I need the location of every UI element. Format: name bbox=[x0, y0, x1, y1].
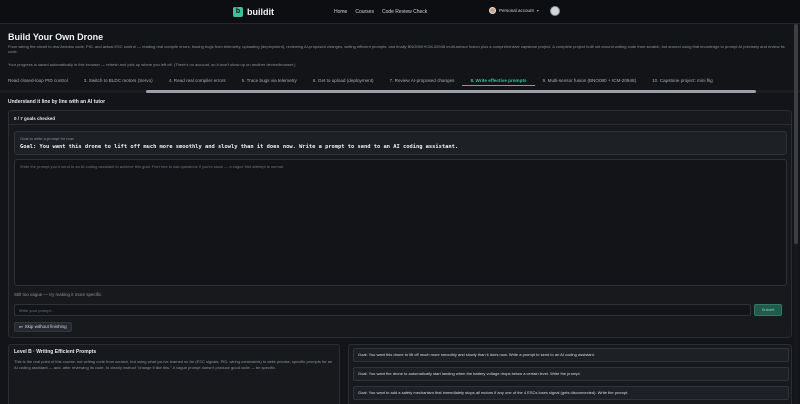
tutor-section-title: Understand it line by line with an AI tu… bbox=[8, 99, 106, 105]
divider bbox=[9, 124, 791, 125]
account-avatar bbox=[489, 7, 496, 14]
goals-checked-count: 0 / 7 goals checked bbox=[14, 116, 56, 121]
goal-list-item[interactable]: Goal: You want to add a safety mechanism… bbox=[353, 386, 789, 400]
top-nav: b buildit Home Courses Code Review Check… bbox=[0, 0, 800, 24]
account-switcher[interactable]: Personal account ▾ bbox=[489, 7, 539, 14]
tab-sensor-fusion[interactable]: 9. Multi-sensor fusion (BNO080 + ICM-209… bbox=[535, 76, 645, 86]
tab-compiler-errors[interactable]: 4. Read real compiler errors bbox=[161, 76, 234, 86]
user-avatar[interactable] bbox=[550, 6, 560, 16]
level-title: Level B · Writing Efficient Prompts bbox=[14, 349, 97, 355]
skip-button-label: Skip without finishing bbox=[24, 324, 67, 329]
goal-list: Goal: You want this drone to lift off mu… bbox=[348, 344, 792, 404]
tab-bldc-motors[interactable]: 3. Switch to BLDC motors (Servo) bbox=[76, 76, 161, 86]
goal-caption: Goal to write a prompt for now bbox=[20, 136, 74, 141]
submit-button[interactable]: Submit bbox=[754, 304, 782, 316]
tab-upload[interactable]: 6. Get to upload (deployment) bbox=[305, 76, 382, 86]
tab-scrollbar[interactable] bbox=[0, 90, 800, 93]
feedback-text: Still too vague — try making it more spe… bbox=[14, 292, 103, 297]
nav-link-code-review-check[interactable]: Code Review Check bbox=[382, 9, 427, 15]
nav-links: Home Courses Code Review Check bbox=[334, 9, 427, 15]
tab-write-prompts[interactable]: 8. Write effective prompts bbox=[462, 76, 535, 86]
skip-icon: ⏭ bbox=[19, 324, 23, 329]
nav-link-courses[interactable]: Courses bbox=[355, 9, 374, 15]
tab-review-ai-changes[interactable]: 7. Review AI-proposed changes bbox=[382, 76, 463, 86]
caret-down-icon: ▾ bbox=[536, 8, 539, 13]
goal-list-item[interactable]: Goal: You want the drone to automaticall… bbox=[353, 367, 789, 381]
page-title: Build Your Own Drone bbox=[8, 32, 104, 42]
tab-scrollbar-thumb[interactable] bbox=[146, 90, 756, 93]
nav-link-home[interactable]: Home bbox=[334, 9, 347, 15]
brand-name: buildit bbox=[247, 7, 274, 17]
tutor-panel: 0 / 7 goals checked Goal to write a prom… bbox=[8, 110, 792, 338]
brand-logo-icon: b bbox=[233, 7, 243, 17]
tab-telemetry[interactable]: 5. Trace bugs via telemetry bbox=[234, 76, 305, 86]
prompt-textarea[interactable] bbox=[14, 159, 787, 286]
goal-text: Goal: You want this drone to lift off mu… bbox=[20, 144, 459, 150]
account-label: Personal account bbox=[499, 8, 534, 13]
brand[interactable]: b buildit bbox=[233, 6, 274, 18]
progress-note: Your progress is saved automatically in … bbox=[8, 62, 296, 67]
tab-capstone[interactable]: 10. Capstone project: mini flig bbox=[644, 76, 721, 86]
page-scrollbar[interactable] bbox=[794, 24, 798, 404]
page-scrollbar-thumb[interactable] bbox=[794, 24, 798, 244]
tab-pid-control[interactable]: Read closed-loop PID control bbox=[0, 76, 76, 86]
goal-list-item[interactable]: Goal: You want this drone to lift off mu… bbox=[353, 348, 789, 362]
level-description: This is the real point of this course: n… bbox=[14, 359, 333, 370]
current-goal-box: Goal to write a prompt for now Goal: You… bbox=[14, 131, 787, 155]
lesson-tabs: Read closed-loop PID control 3. Switch t… bbox=[0, 76, 800, 90]
level-card: Level B · Writing Efficient Prompts This… bbox=[8, 344, 340, 404]
prompt-input[interactable] bbox=[14, 304, 751, 316]
course-intro: From wiring the circuit to real Arduino … bbox=[8, 44, 785, 54]
skip-button[interactable]: ⏭ Skip without finishing bbox=[14, 322, 72, 332]
